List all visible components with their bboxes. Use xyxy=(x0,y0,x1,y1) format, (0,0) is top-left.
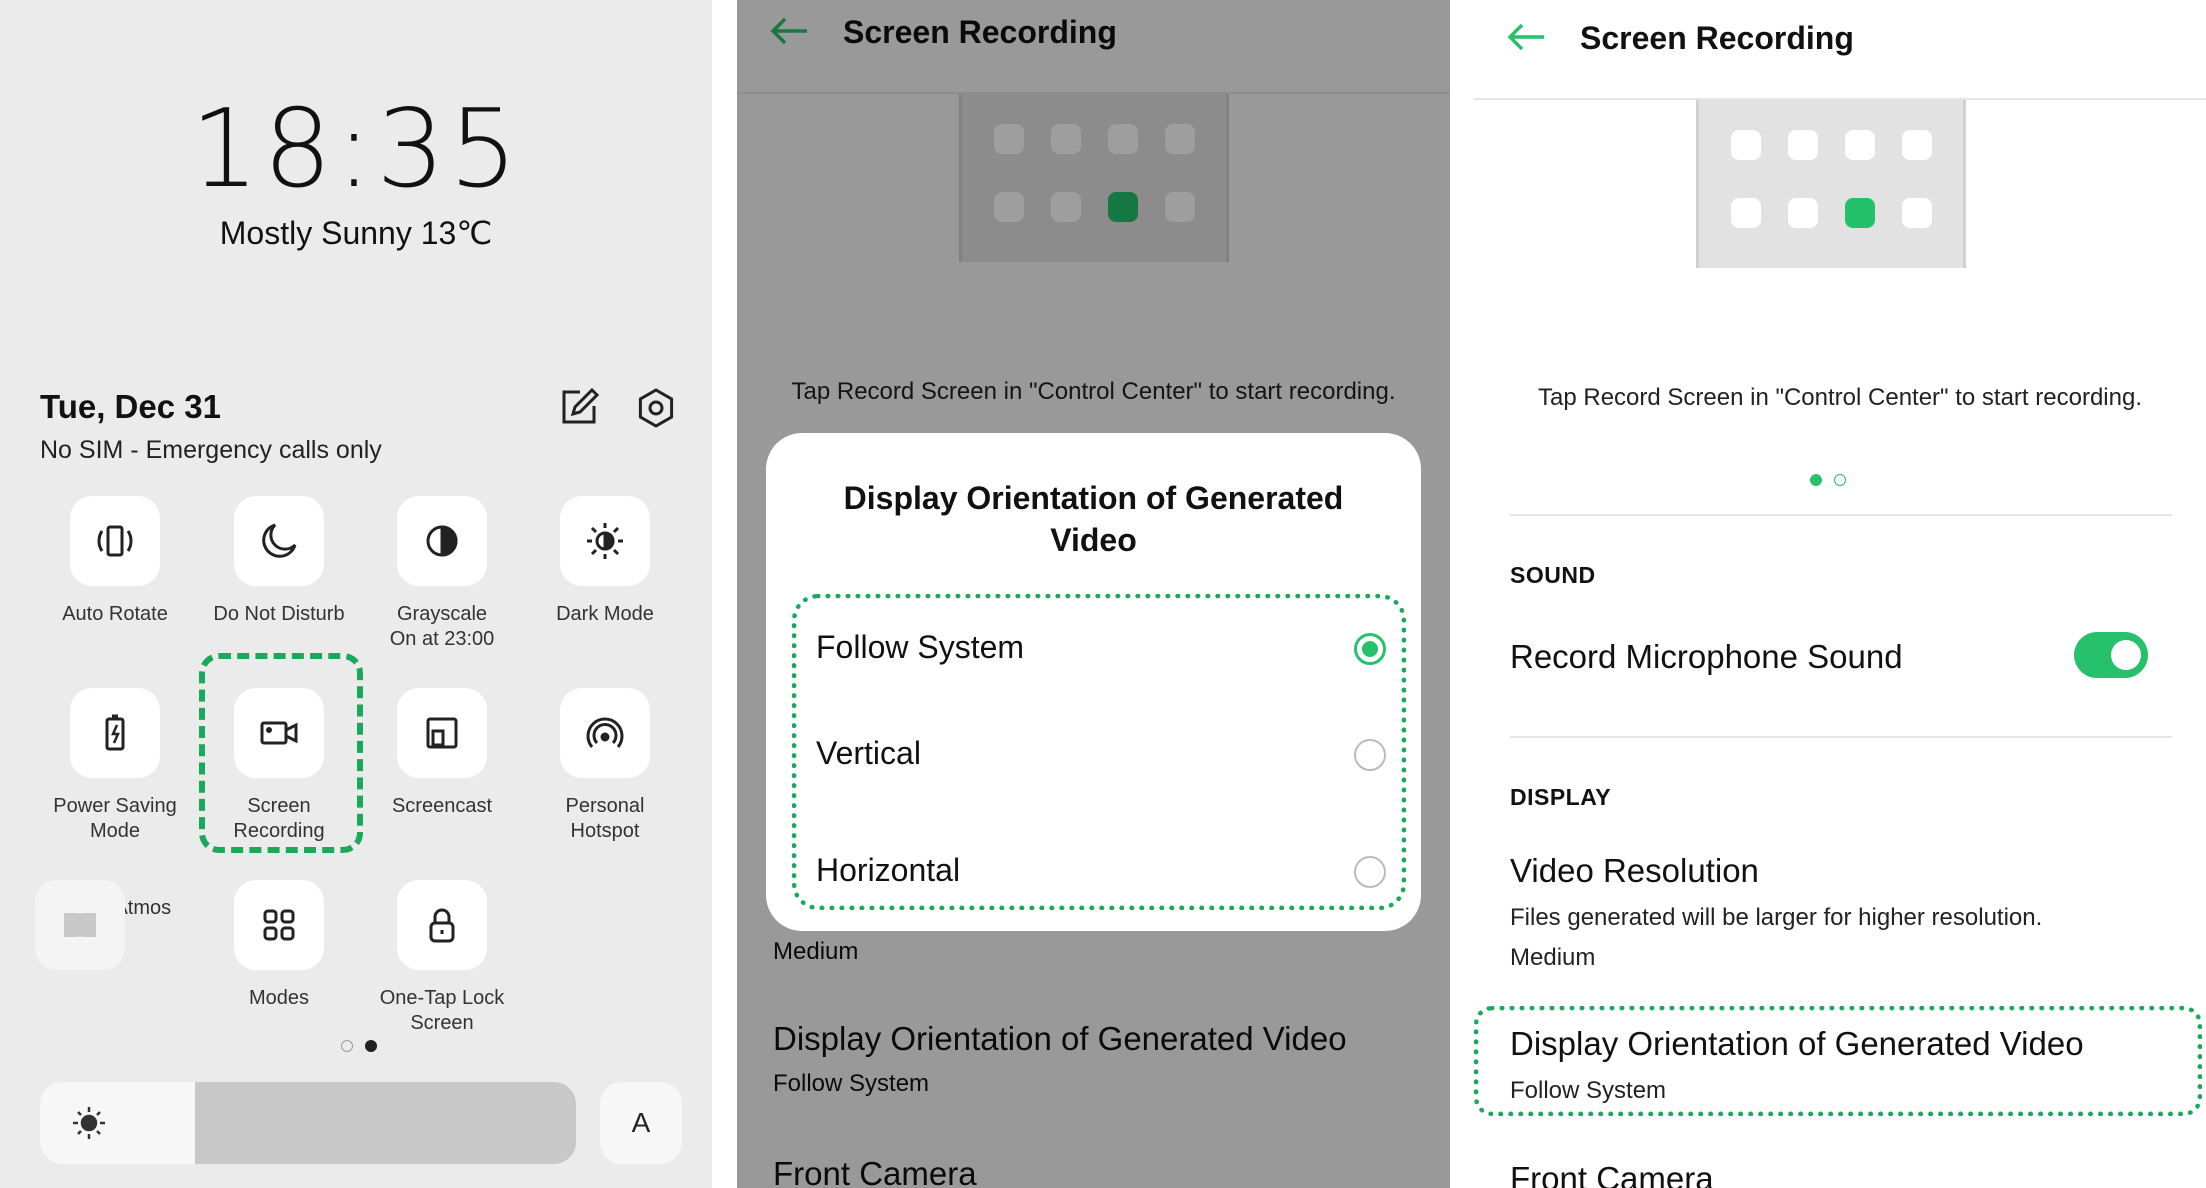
tile-label: Grayscale On at 23:00 xyxy=(389,603,495,650)
tile-dolby-atmos[interactable]: Dolby Atmos xyxy=(35,880,195,970)
tile-screencast[interactable]: Screencast xyxy=(362,688,522,819)
dolby-icon xyxy=(35,880,125,970)
preview-tile xyxy=(1731,198,1761,228)
highlight-orientation-setting xyxy=(1474,1006,2202,1116)
tile-label: Auto Rotate xyxy=(62,603,168,625)
screencast-icon xyxy=(397,688,487,778)
video-resolution-value: Medium xyxy=(1510,944,1596,971)
sound-section-header: SOUND xyxy=(1510,562,1596,588)
hotspot-icon xyxy=(560,688,650,778)
grid-icon xyxy=(234,880,324,970)
tile-label: Power Saving Mode xyxy=(53,795,177,842)
tile-label: Screencast xyxy=(391,795,493,817)
preview-tile xyxy=(1788,198,1818,228)
clock: 18:35 xyxy=(190,87,522,212)
mic-sound-toggle[interactable] xyxy=(2074,632,2148,678)
back-arrow-icon[interactable] xyxy=(1506,22,1546,52)
mic-sound-label: Record Microphone Sound xyxy=(1510,638,1903,675)
page-dot-active xyxy=(365,1040,377,1052)
page-dot xyxy=(341,1040,353,1052)
tile-one-tap-lock[interactable]: One-Tap Lock Screen xyxy=(362,880,522,1036)
edit-icon[interactable] xyxy=(556,386,600,430)
page-dot xyxy=(1834,474,1846,486)
display-section-header: DISPLAY xyxy=(1510,784,1612,810)
grayscale-icon xyxy=(397,496,487,586)
preview-tile xyxy=(1902,130,1932,160)
sim-status: No SIM - Emergency calls only xyxy=(40,436,382,464)
preview-tile xyxy=(1788,130,1818,160)
battery-icon xyxy=(70,688,160,778)
settings-gear-icon[interactable] xyxy=(634,386,678,430)
brightness-fill xyxy=(40,1082,196,1164)
preview-page-indicator xyxy=(1810,474,1846,486)
video-resolution-title[interactable]: Video Resolution xyxy=(1510,852,1759,890)
tile-label: Modes xyxy=(248,987,310,1009)
front-camera-label[interactable]: Front Camera xyxy=(1510,1160,1714,1188)
highlight-orientation-options xyxy=(792,594,1406,910)
tile-label: Do Not Disturb xyxy=(213,603,345,625)
brightness-slider[interactable] xyxy=(40,1082,576,1164)
lock-icon xyxy=(397,880,487,970)
preview-record-tile xyxy=(1845,198,1875,228)
tile-auto-rotate[interactable]: Auto Rotate xyxy=(35,496,195,627)
auto-rotate-icon xyxy=(70,496,160,586)
highlight-screen-recording-tile xyxy=(199,653,363,853)
tile-label: Dark Mode xyxy=(556,603,654,625)
tile-label: One-Tap Lock Screen xyxy=(379,987,505,1034)
dialog-title: Display Orientation of Generated Video xyxy=(843,480,1344,558)
tile-label: Personal Hotspot xyxy=(565,795,645,842)
page-indicator xyxy=(341,1040,377,1052)
record-hint: Tap Record Screen in "Control Center" to… xyxy=(1538,384,2142,411)
preview-tile xyxy=(1731,130,1761,160)
tile-modes[interactable]: Modes xyxy=(199,880,359,1011)
divider xyxy=(1510,514,2172,516)
date-text: Tue, Dec 31 xyxy=(40,388,221,425)
tile-power-saving[interactable]: Power Saving Mode xyxy=(35,688,195,844)
sun-icon xyxy=(73,1107,105,1139)
tile-grayscale[interactable]: Grayscale On at 23:00 xyxy=(362,496,522,652)
video-resolution-desc: Files generated will be larger for highe… xyxy=(1510,904,2043,931)
tile-dark-mode[interactable]: Dark Mode xyxy=(525,496,685,627)
auto-brightness-button[interactable]: A xyxy=(600,1082,682,1164)
divider xyxy=(1510,736,2172,738)
preview-tile xyxy=(1902,198,1932,228)
page-title: Screen Recording xyxy=(1580,20,1854,56)
dark-mode-icon xyxy=(560,496,650,586)
control-center-panel: 18:35 Mostly Sunny 13℃ Tue, Dec 31 No SI… xyxy=(0,0,712,1188)
preview-tile xyxy=(1845,130,1875,160)
recording-preview-image xyxy=(1696,100,1966,268)
weather-text: Mostly Sunny 13℃ xyxy=(219,215,493,251)
moon-icon xyxy=(234,496,324,586)
tile-do-not-disturb[interactable]: Do Not Disturb xyxy=(199,496,359,627)
page-dot-active xyxy=(1810,474,1822,486)
tile-personal-hotspot[interactable]: Personal Hotspot xyxy=(525,688,685,844)
